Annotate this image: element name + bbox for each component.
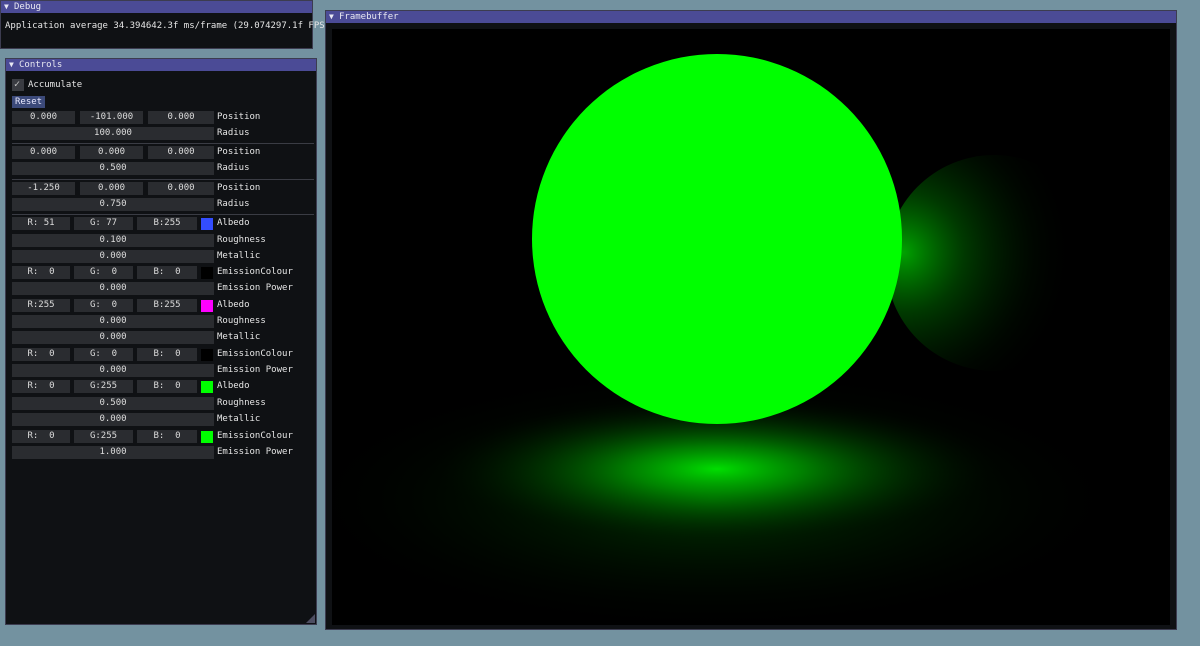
material-0-metallic[interactable]: 0.000 bbox=[12, 250, 214, 263]
material-0-roughness[interactable]: 0.100 bbox=[12, 234, 214, 247]
material-2-albedo-r[interactable]: R: 0 bbox=[12, 380, 70, 393]
material-1-emission-power[interactable]: 0.000 bbox=[12, 364, 214, 377]
separator bbox=[12, 214, 314, 215]
emission-colour-label: EmissionColour bbox=[217, 349, 293, 359]
albedo-color-swatch[interactable] bbox=[201, 218, 213, 230]
position-label: Position bbox=[217, 147, 261, 157]
metallic-label: Metallic bbox=[217, 332, 261, 342]
controls-title: Controls bbox=[19, 60, 63, 70]
framebuffer-title-bar[interactable]: ▼ Framebuffer bbox=[326, 11, 1176, 23]
roughness-label: Roughness bbox=[217, 398, 266, 408]
material-2-metallic[interactable]: 0.000 bbox=[12, 413, 214, 426]
controls-title-bar[interactable]: ▼ Controls bbox=[6, 59, 316, 71]
roughness-label: Roughness bbox=[217, 235, 266, 245]
sphere-2-position-z[interactable]: 0.000 bbox=[148, 182, 214, 195]
scene-vignette bbox=[332, 29, 1170, 625]
albedo-label: Albedo bbox=[217, 381, 250, 391]
radius-label: Radius bbox=[217, 163, 250, 173]
emission-colour-label: EmissionColour bbox=[217, 431, 293, 441]
sphere-0-radius[interactable]: 100.000 bbox=[12, 127, 214, 140]
material-1-albedo-g[interactable]: G: 0 bbox=[74, 299, 133, 312]
sphere-2-radius[interactable]: 0.750 bbox=[12, 198, 214, 211]
sphere-1-radius[interactable]: 0.500 bbox=[12, 162, 214, 175]
collapse-arrow-icon[interactable]: ▼ bbox=[4, 1, 14, 13]
emission-power-label: Emission Power bbox=[217, 447, 293, 457]
material-1-roughness[interactable]: 0.000 bbox=[12, 315, 214, 328]
material-1-albedo-b[interactable]: B:255 bbox=[137, 299, 197, 312]
checkmark-icon: ✓ bbox=[14, 79, 21, 90]
sphere-0-position-x[interactable]: 0.000 bbox=[12, 111, 75, 124]
material-1-emission-b[interactable]: B: 0 bbox=[137, 348, 197, 361]
resize-grip-icon[interactable] bbox=[306, 614, 315, 623]
controls-window: ▼ Controls ✓ Accumulate Reset 0.000 -101.… bbox=[5, 58, 317, 625]
collapse-arrow-icon[interactable]: ▼ bbox=[9, 59, 19, 71]
material-0-emission-r[interactable]: R: 0 bbox=[12, 266, 70, 279]
radius-label: Radius bbox=[217, 199, 250, 209]
radius-label: Radius bbox=[217, 128, 250, 138]
sphere-1-position-z[interactable]: 0.000 bbox=[148, 146, 214, 159]
debug-title-bar[interactable]: ▼ Debug bbox=[1, 1, 312, 13]
albedo-label: Albedo bbox=[217, 300, 250, 310]
material-2-emission-b[interactable]: B: 0 bbox=[137, 430, 197, 443]
separator bbox=[12, 179, 314, 180]
albedo-label: Albedo bbox=[217, 218, 250, 228]
albedo-color-swatch[interactable] bbox=[201, 300, 213, 312]
emission-power-label: Emission Power bbox=[217, 283, 293, 293]
material-0-emission-power[interactable]: 0.000 bbox=[12, 282, 214, 295]
debug-title: Debug bbox=[14, 2, 42, 12]
debug-window: ▼ Debug Application average 34.394642.3f … bbox=[0, 0, 330, 49]
albedo-color-swatch[interactable] bbox=[201, 381, 213, 393]
framebuffer-viewport[interactable] bbox=[332, 29, 1170, 625]
emission-color-swatch[interactable] bbox=[201, 431, 213, 443]
material-0-albedo-b[interactable]: B:255 bbox=[137, 217, 197, 230]
material-2-albedo-g[interactable]: G:255 bbox=[74, 380, 133, 393]
material-2-emission-g[interactable]: G:255 bbox=[74, 430, 133, 443]
material-0-emission-b[interactable]: B: 0 bbox=[137, 266, 197, 279]
emission-color-swatch[interactable] bbox=[201, 267, 213, 279]
metallic-label: Metallic bbox=[217, 251, 261, 261]
sphere-0-position-y[interactable]: -101.000 bbox=[80, 111, 143, 124]
rendered-scene bbox=[332, 29, 1170, 625]
material-1-metallic[interactable]: 0.000 bbox=[12, 331, 214, 344]
sphere-1-position-y[interactable]: 0.000 bbox=[80, 146, 143, 159]
material-0-emission-g[interactable]: G: 0 bbox=[74, 266, 133, 279]
perf-readout: Application average 34.394642.3f ms/fram… bbox=[5, 21, 331, 31]
sphere-0-position-z[interactable]: 0.000 bbox=[148, 111, 214, 124]
metallic-label: Metallic bbox=[217, 414, 261, 424]
material-2-albedo-b[interactable]: B: 0 bbox=[137, 380, 197, 393]
reset-button[interactable]: Reset bbox=[12, 96, 46, 108]
framebuffer-window: ▼ Framebuffer bbox=[325, 10, 1177, 630]
material-2-roughness[interactable]: 0.500 bbox=[12, 397, 214, 410]
material-0-albedo-r[interactable]: R: 51 bbox=[12, 217, 70, 230]
material-1-emission-r[interactable]: R: 0 bbox=[12, 348, 70, 361]
emission-colour-label: EmissionColour bbox=[217, 267, 293, 277]
accumulate-checkbox[interactable]: ✓ bbox=[12, 79, 24, 91]
position-label: Position bbox=[217, 183, 261, 193]
material-0-albedo-g[interactable]: G: 77 bbox=[74, 217, 133, 230]
collapse-arrow-icon[interactable]: ▼ bbox=[329, 11, 339, 23]
accumulate-label: Accumulate bbox=[28, 80, 83, 90]
sphere-1-position-x[interactable]: 0.000 bbox=[12, 146, 75, 159]
position-label: Position bbox=[217, 112, 261, 122]
material-2-emission-r[interactable]: R: 0 bbox=[12, 430, 70, 443]
roughness-label: Roughness bbox=[217, 316, 266, 326]
emission-color-swatch[interactable] bbox=[201, 349, 213, 361]
sphere-2-position-y[interactable]: 0.000 bbox=[80, 182, 143, 195]
material-1-albedo-r[interactable]: R:255 bbox=[12, 299, 70, 312]
framebuffer-title: Framebuffer bbox=[339, 12, 399, 22]
sphere-2-position-x[interactable]: -1.250 bbox=[12, 182, 75, 195]
material-1-emission-g[interactable]: G: 0 bbox=[74, 348, 133, 361]
emission-power-label: Emission Power bbox=[217, 365, 293, 375]
separator bbox=[12, 143, 314, 144]
material-2-emission-power[interactable]: 1.000 bbox=[12, 446, 214, 459]
